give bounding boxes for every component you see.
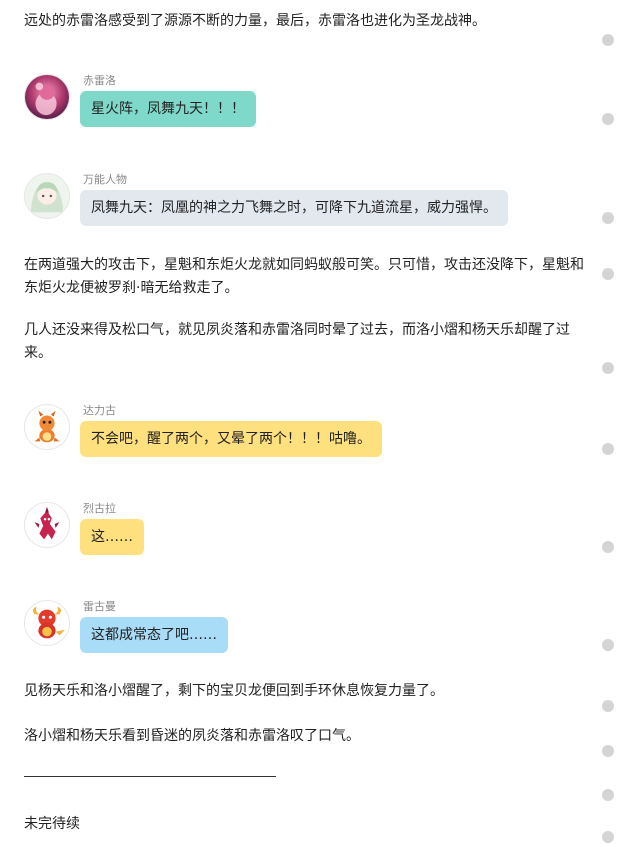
scroll-marker-dot[interactable]: [602, 541, 614, 553]
chat-bubble: 凤舞九天：凤凰的神之力飞舞之时，可降下九道流星，威力强悍。: [80, 190, 508, 226]
sender-name: 雷古曼: [83, 600, 116, 613]
chat-bubble: 不会吧，醒了两个，又晕了两个！！！咕噜。: [80, 421, 382, 457]
story-paragraph: 在两道强大的攻击下，星魁和东炬火龙就如同蚂蚁般可笑。只可惜，攻击还没降下，星魁和…: [24, 257, 584, 296]
avatar[interactable]: [24, 600, 70, 646]
section-divider: [24, 776, 276, 777]
scroll-marker-dot[interactable]: [602, 362, 614, 374]
sender-name: 烈古拉: [83, 502, 116, 515]
scroll-marker-dot[interactable]: [602, 831, 614, 843]
story-paragraph: 未完待续: [24, 816, 80, 832]
chat-bubble: 这……: [80, 519, 144, 555]
scroll-marker-dot[interactable]: [602, 212, 614, 224]
avatar[interactable]: [24, 502, 70, 548]
story-paragraph: 洛小熠和杨天乐看到昏迷的夙炎落和赤雷洛叹了口气。: [24, 728, 360, 744]
story-paragraph: 远处的赤雷洛感受到了源源不断的力量，最后，赤雷洛也进化为圣龙战神。: [24, 13, 486, 29]
sender-name: 赤雷洛: [83, 74, 116, 87]
scroll-marker-dot[interactable]: [602, 789, 614, 801]
scroll-marker-dot[interactable]: [602, 443, 614, 455]
scroll-marker-dot[interactable]: [602, 639, 614, 651]
scroll-marker-dot[interactable]: [602, 700, 614, 712]
avatar[interactable]: [24, 404, 70, 450]
chat-bubble: 星火阵，凤舞九天！！！: [80, 91, 256, 127]
sender-name: 万能人物: [83, 173, 127, 186]
scroll-marker-dot[interactable]: [602, 268, 614, 280]
scroll-marker-dot[interactable]: [602, 113, 614, 125]
avatar[interactable]: [24, 74, 70, 120]
scroll-marker-dot[interactable]: [602, 34, 614, 46]
chat-bubble: 这都成常态了吧……: [80, 617, 228, 653]
sender-name: 达力古: [83, 404, 116, 417]
avatar[interactable]: [24, 173, 70, 219]
story-paragraph: 几人还没来得及松口气，就见夙炎落和赤雷洛同时晕了过去，而洛小熠和杨天乐却醒了过来…: [24, 322, 570, 361]
story-paragraph: 见杨天乐和洛小熠醒了，剩下的宝贝龙便回到手环休息恢复力量了。: [24, 683, 444, 699]
scroll-marker-dot[interactable]: [602, 745, 614, 757]
